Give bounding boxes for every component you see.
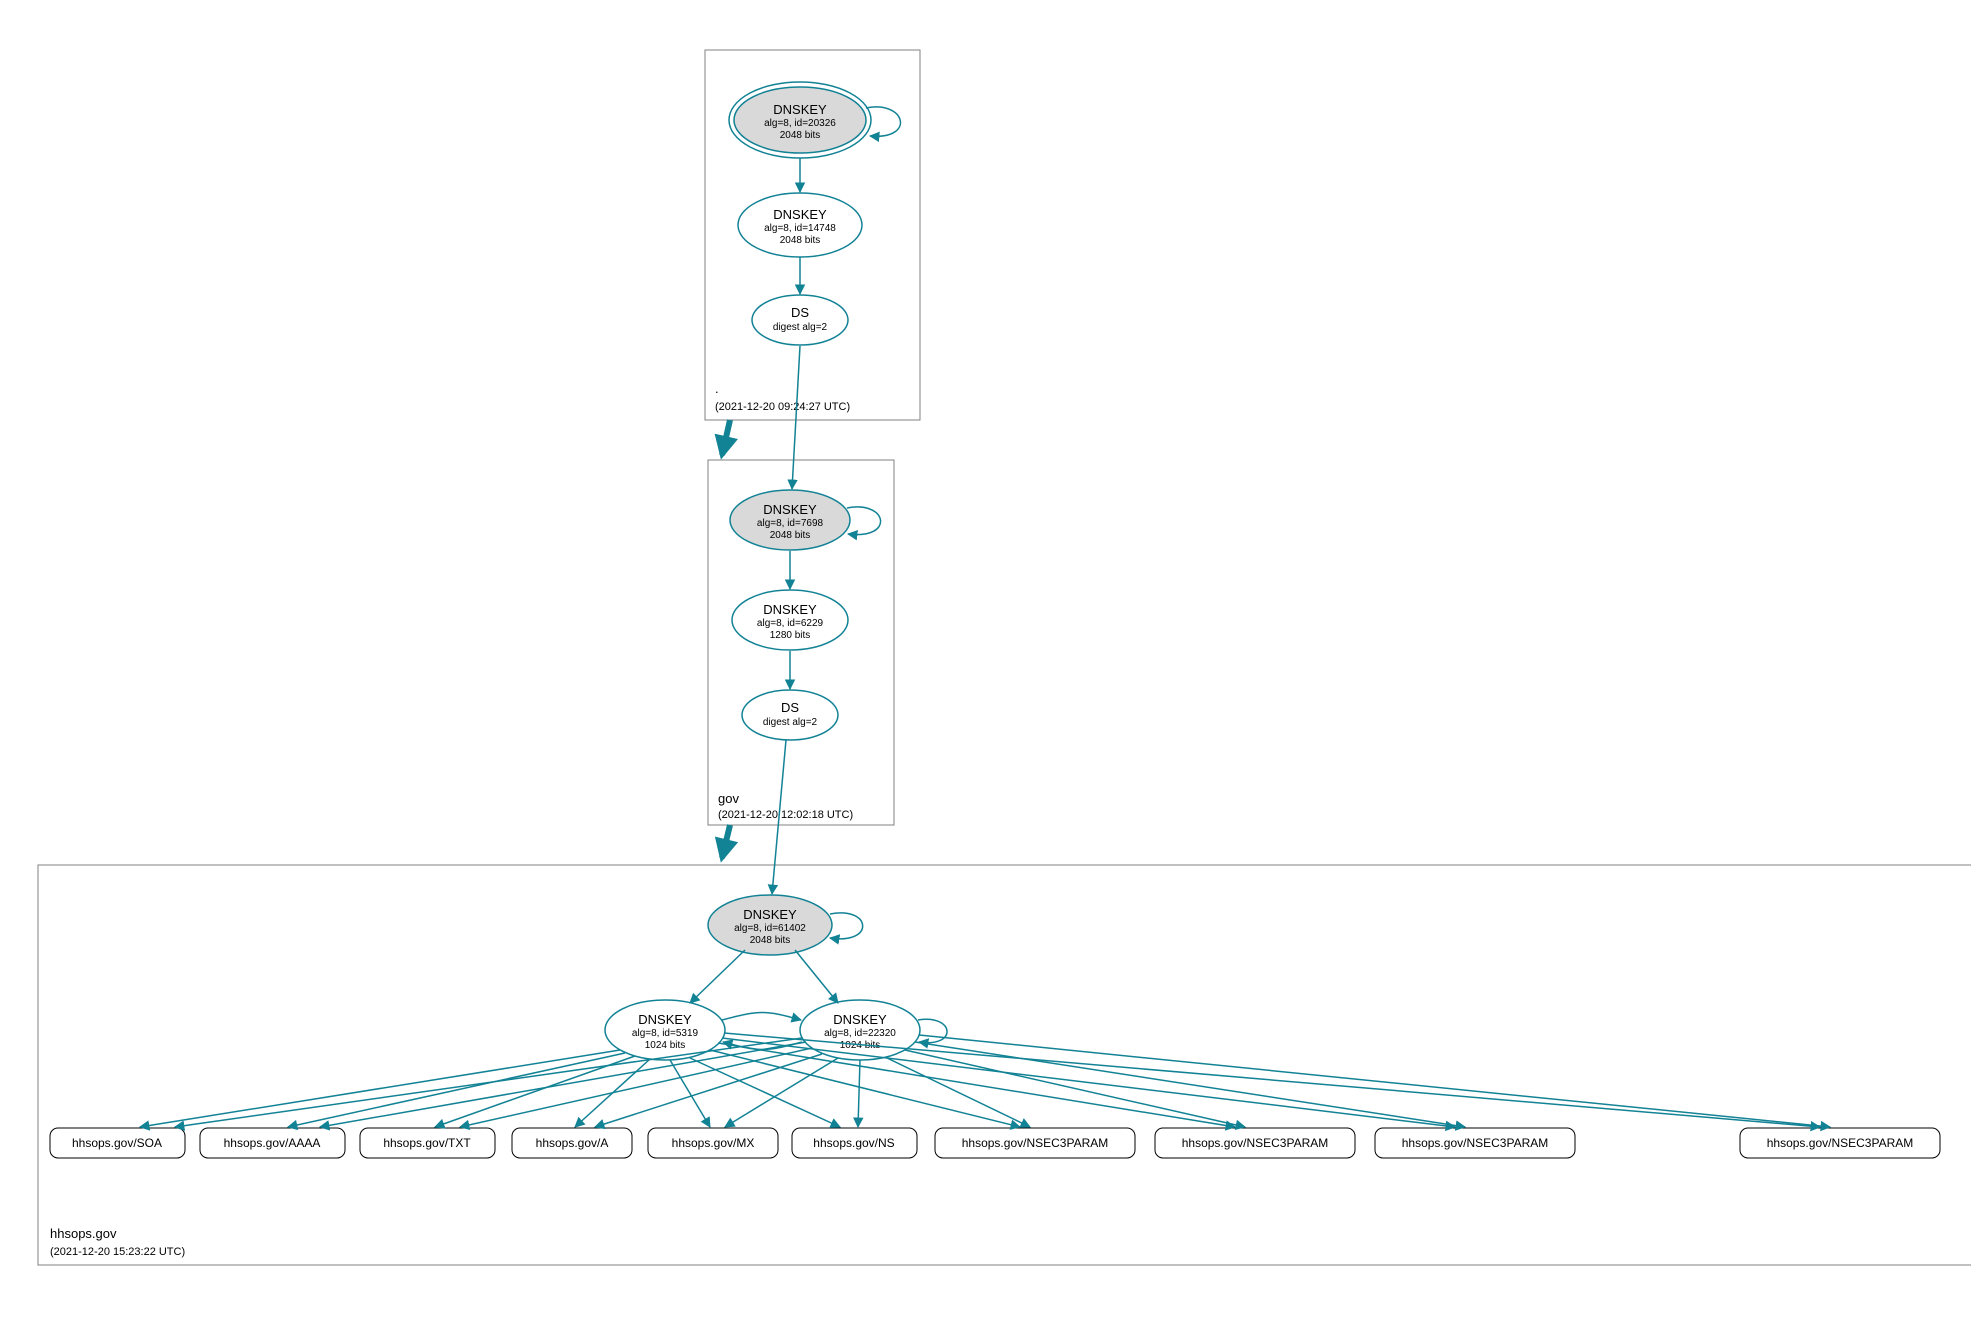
edge-delegation-root-gov	[722, 420, 730, 455]
svg-text:DNSKEY: DNSKEY	[638, 1012, 692, 1027]
svg-text:DNSKEY: DNSKEY	[743, 907, 797, 922]
svg-text:1024 bits: 1024 bits	[645, 1040, 686, 1051]
svg-text:DNSKEY: DNSKEY	[763, 602, 817, 617]
svg-text:hhsops.gov/NSEC3PARAM: hhsops.gov/NSEC3PARAM	[1767, 1136, 1914, 1150]
node-hhsops-ksk: DNSKEY alg=8, id=61402 2048 bits	[708, 895, 832, 955]
svg-text:DNSKEY: DNSKEY	[833, 1012, 887, 1027]
svg-text:hhsops.gov/NSEC3PARAM: hhsops.gov/NSEC3PARAM	[1402, 1136, 1549, 1150]
edge-hhsops-ksk-zsk2	[795, 950, 838, 1003]
zone-root-name: .	[715, 381, 719, 396]
edge-hhsops-ksk-zsk1	[690, 950, 745, 1003]
edge-zsk1-zsk2	[722, 1013, 801, 1021]
zone-root: . (2021-12-20 09:24:27 UTC) DNSKEY alg=8…	[705, 50, 920, 420]
svg-text:alg=8, id=20326: alg=8, id=20326	[764, 118, 836, 129]
svg-text:DS: DS	[791, 305, 809, 320]
svg-text:2048 bits: 2048 bits	[750, 935, 791, 946]
svg-text:alg=8, id=6229: alg=8, id=6229	[757, 618, 824, 629]
dnssec-chain-diagram: . (2021-12-20 09:24:27 UTC) DNSKEY alg=8…	[20, 20, 1971, 1298]
svg-text:alg=8, id=5319: alg=8, id=5319	[632, 1028, 699, 1039]
zone-gov-time: (2021-12-20 12:02:18 UTC)	[718, 809, 853, 821]
node-root-ksk: DNSKEY alg=8, id=20326 2048 bits	[729, 82, 871, 158]
node-gov-zsk: DNSKEY alg=8, id=6229 1280 bits	[732, 590, 848, 650]
rr-row: hhsops.gov/SOA hhsops.gov/AAAA hhsops.go…	[50, 1128, 1940, 1158]
svg-text:hhsops.gov/TXT: hhsops.gov/TXT	[383, 1136, 471, 1150]
svg-text:2048 bits: 2048 bits	[780, 130, 821, 141]
svg-text:DS: DS	[781, 700, 799, 715]
svg-text:hhsops.gov/NS: hhsops.gov/NS	[813, 1136, 894, 1150]
svg-text:hhsops.gov/SOA: hhsops.gov/SOA	[72, 1136, 162, 1150]
edge-hhsops-ksk-self	[830, 913, 863, 939]
svg-text:DNSKEY: DNSKEY	[763, 502, 817, 517]
svg-text:hhsops.gov/NSEC3PARAM: hhsops.gov/NSEC3PARAM	[1182, 1136, 1329, 1150]
edge-delegation-gov-hhsops	[722, 825, 730, 858]
svg-text:alg=8, id=61402: alg=8, id=61402	[734, 923, 806, 934]
node-root-zsk: DNSKEY alg=8, id=14748 2048 bits	[738, 193, 862, 257]
edges-zsk1-rr	[140, 1033, 1820, 1127]
svg-text:DNSKEY: DNSKEY	[773, 207, 827, 222]
svg-text:hhsops.gov/MX: hhsops.gov/MX	[672, 1136, 755, 1150]
node-gov-ds: DS digest alg=2	[742, 690, 838, 740]
svg-text:2048 bits: 2048 bits	[780, 235, 821, 246]
svg-text:hhsops.gov/A: hhsops.gov/A	[536, 1136, 609, 1150]
svg-text:1280 bits: 1280 bits	[770, 630, 811, 641]
zone-gov-name: gov	[718, 791, 739, 806]
svg-text:DNSKEY: DNSKEY	[773, 102, 827, 117]
zone-root-time: (2021-12-20 09:24:27 UTC)	[715, 401, 850, 413]
edge-gov-ksk-self	[847, 507, 881, 535]
edge-zsk2-loop	[918, 1019, 947, 1042]
zone-hhsops-name: hhsops.gov	[50, 1226, 117, 1241]
svg-text:hhsops.gov/NSEC3PARAM: hhsops.gov/NSEC3PARAM	[962, 1136, 1109, 1150]
zone-hhsops: hhsops.gov (2021-12-20 15:23:22 UTC) DNS…	[38, 740, 1971, 1265]
node-root-ds: DS digest alg=2	[752, 295, 848, 345]
svg-text:alg=8, id=14748: alg=8, id=14748	[764, 223, 836, 234]
node-hhsops-zsk2: DNSKEY alg=8, id=22320 1024 bits	[800, 1000, 920, 1060]
svg-text:digest alg=2: digest alg=2	[763, 717, 818, 728]
svg-text:hhsops.gov/AAAA: hhsops.gov/AAAA	[224, 1136, 321, 1150]
zone-hhsops-time: (2021-12-20 15:23:22 UTC)	[50, 1246, 185, 1258]
svg-text:alg=8, id=22320: alg=8, id=22320	[824, 1028, 896, 1039]
svg-text:digest alg=2: digest alg=2	[773, 322, 828, 333]
node-gov-ksk: DNSKEY alg=8, id=7698 2048 bits	[730, 490, 850, 550]
svg-text:2048 bits: 2048 bits	[770, 530, 811, 541]
edge-root-ds-gov-ksk	[792, 346, 800, 489]
svg-text:alg=8, id=7698: alg=8, id=7698	[757, 518, 824, 529]
zone-gov: gov (2021-12-20 12:02:18 UTC) DNSKEY alg…	[708, 346, 894, 825]
